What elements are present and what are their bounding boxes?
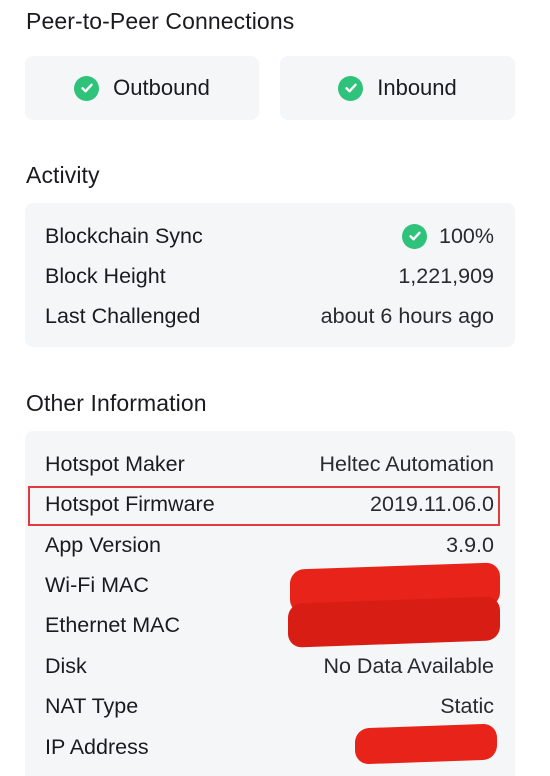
- row-label: Block Height: [45, 263, 166, 288]
- inbound-connection-status[interactable]: Inbound: [280, 56, 515, 120]
- redaction-mark: [355, 723, 497, 765]
- row-label: IP Address: [45, 734, 149, 759]
- sync-percent: 100%: [439, 223, 494, 248]
- other-row-hotspot-maker: Hotspot Maker Heltec Automation: [45, 448, 494, 480]
- row-value: Heltec Automation: [319, 451, 495, 476]
- row-value: Static: [440, 693, 494, 718]
- row-value: No Data Available: [323, 653, 494, 678]
- other-row-app-version: App Version 3.9.0: [45, 529, 494, 561]
- activity-section-title: Activity: [26, 162, 100, 188]
- hotspot-details-page: Peer-to-Peer Connections Outbound Inboun…: [0, 0, 550, 776]
- row-label: App Version: [45, 532, 161, 557]
- inbound-label: Inbound: [377, 75, 457, 100]
- activity-row-block-height: Block Height 1,221,909: [45, 260, 494, 292]
- row-value: 1,221,909: [398, 263, 494, 288]
- check-circle-icon: [74, 75, 100, 101]
- other-section-title: Other Information: [26, 390, 207, 416]
- redaction-mark: [288, 596, 500, 648]
- row-value: 100%: [402, 223, 494, 249]
- check-circle-icon: [402, 223, 427, 249]
- other-row-nat-type: NAT Type Static: [45, 690, 494, 722]
- firmware-highlight-annotation: [28, 486, 500, 526]
- activity-row-last-challenged: Last Challenged about 6 hours ago: [45, 300, 494, 332]
- outbound-label: Outbound: [113, 75, 210, 100]
- row-value: about 6 hours ago: [320, 303, 494, 328]
- row-label: NAT Type: [45, 693, 139, 718]
- row-label: Hotspot Maker: [45, 451, 185, 476]
- other-row-disk: Disk No Data Available: [45, 650, 494, 682]
- row-label: Wi-Fi MAC: [45, 572, 149, 597]
- row-label: Last Challenged: [45, 303, 201, 328]
- row-value: 3.9.0: [446, 532, 494, 557]
- activity-row-blockchain-sync: Blockchain Sync 100%: [45, 220, 494, 252]
- check-circle-icon: [338, 75, 364, 101]
- p2p-section-title: Peer-to-Peer Connections: [26, 8, 295, 34]
- row-label: Ethernet MAC: [45, 612, 181, 637]
- outbound-connection-status[interactable]: Outbound: [25, 56, 259, 120]
- row-label: Disk: [45, 653, 87, 678]
- row-label: Blockchain Sync: [45, 223, 203, 248]
